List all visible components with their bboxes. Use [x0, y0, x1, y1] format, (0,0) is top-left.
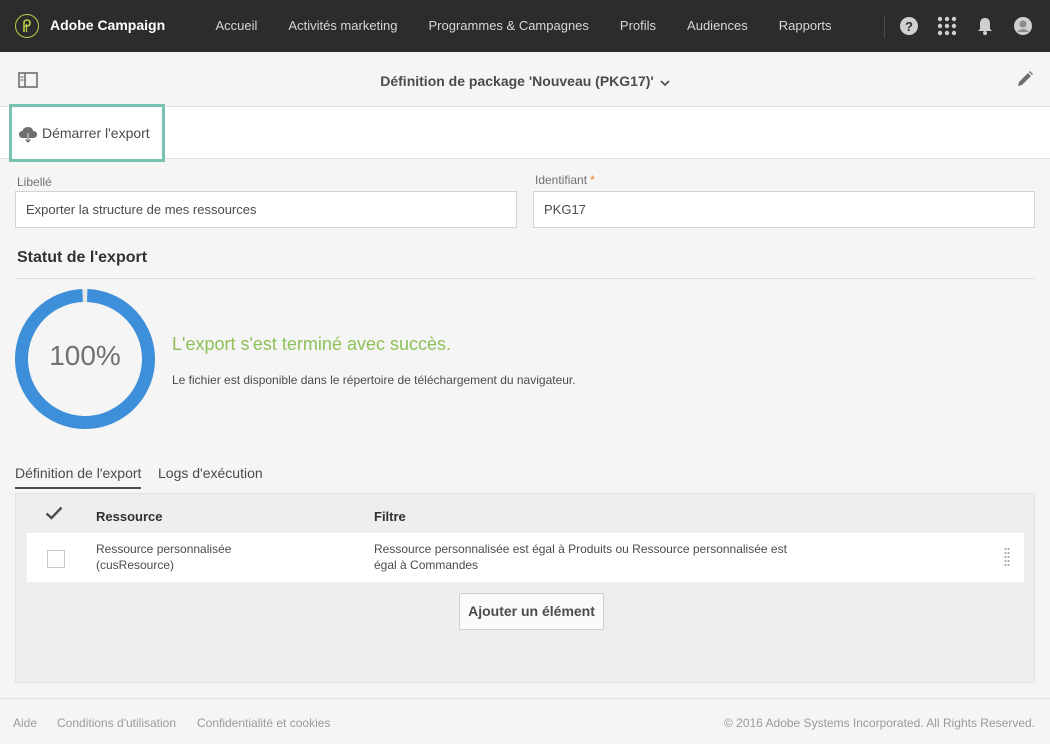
cloud-download-icon — [19, 127, 37, 144]
required-mark: * — [590, 173, 595, 187]
apps-grid-icon[interactable] — [937, 16, 957, 36]
nav-divider — [884, 16, 885, 38]
main-nav: Accueil Activités marketing Programmes &… — [200, 0, 847, 52]
export-status-title: Statut de l'export — [17, 249, 148, 266]
nav-item-profils[interactable]: Profils — [604, 0, 671, 52]
app-name[interactable]: Adobe Campaign — [50, 17, 165, 33]
page-title-text: Définition de package 'Nouveau (PKG17)' — [380, 73, 654, 89]
start-export-button[interactable]: Démarrer l'export — [9, 104, 165, 162]
page-header: Définition de package 'Nouveau (PKG17)' — [0, 52, 1050, 107]
label-input[interactable]: Exporter la structure de mes ressources — [15, 191, 517, 228]
top-navigation-bar: Adobe Campaign Accueil Activités marketi… — [0, 0, 1050, 52]
column-header-filter[interactable]: Filtre — [374, 509, 406, 524]
footer-link-help[interactable]: Aide — [13, 716, 37, 730]
page-title[interactable]: Définition de package 'Nouveau (PKG17)' — [0, 73, 1050, 90]
footer-link-privacy[interactable]: Confidentialité et cookies — [197, 716, 330, 730]
table-row[interactable]: Ressource personnalisée (cusResource) Re… — [27, 533, 1024, 582]
copyright-text: © 2016 Adobe Systems Incorporated. All R… — [723, 716, 1035, 730]
label-field-label: Libellé — [17, 175, 52, 189]
section-divider — [15, 278, 1035, 279]
filter-cell: Ressource personnalisée est égal à Produ… — [374, 541, 787, 573]
download-info-text: Le fichier est disponible dans le répert… — [172, 373, 576, 387]
row-checkbox[interactable] — [47, 550, 65, 568]
success-message: L'export s'est terminé avec succès. — [172, 334, 451, 354]
footer: Aide Conditions d'utilisation Confidenti… — [0, 698, 1050, 744]
column-header-resource[interactable]: Ressource — [96, 509, 162, 524]
nav-item-programmes-campagnes[interactable]: Programmes & Campagnes — [413, 0, 604, 52]
identifier-input[interactable]: PKG17 — [533, 191, 1035, 228]
filter-text-line1: Ressource personnalisée est égal à Produ… — [374, 542, 787, 556]
start-export-label: Démarrer l'export — [42, 125, 150, 141]
action-bar: Démarrer l'export — [0, 104, 1050, 162]
adobe-campaign-logo-icon[interactable] — [15, 14, 39, 38]
svg-text:?: ? — [905, 19, 913, 34]
checkmark-icon[interactable] — [45, 506, 63, 525]
nav-item-activites-marketing[interactable]: Activités marketing — [273, 0, 413, 52]
add-element-button[interactable]: Ajouter un élément — [459, 593, 604, 630]
resource-cell: Ressource personnalisée (cusResource) — [96, 541, 231, 573]
nav-item-accueil[interactable]: Accueil — [200, 0, 273, 52]
bell-icon[interactable] — [975, 16, 995, 36]
export-definition-table: Ressource Filtre Ressource personnalisée… — [15, 493, 1035, 683]
tab-export-definition[interactable]: Définition de l'export — [15, 465, 142, 489]
filter-text-line2: égal à Commandes — [374, 558, 479, 572]
drag-handle-icon[interactable] — [1004, 547, 1010, 572]
help-icon[interactable]: ? — [899, 16, 919, 36]
nav-item-rapports[interactable]: Rapports — [763, 0, 847, 52]
footer-link-terms[interactable]: Conditions d'utilisation — [57, 716, 176, 730]
identifier-label-text: Identifiant — [535, 173, 588, 187]
user-avatar-icon[interactable] — [1013, 16, 1033, 36]
resource-name: Ressource personnalisée — [96, 542, 232, 556]
progress-percent: 100% — [49, 340, 121, 371]
nav-item-audiences[interactable]: Audiences — [672, 0, 764, 52]
tab-execution-logs[interactable]: Logs d'exécution — [158, 465, 263, 487]
resource-id: (cusResource) — [96, 558, 175, 572]
identifier-field-label: Identifiant * — [535, 173, 595, 187]
pencil-icon[interactable] — [1016, 70, 1034, 93]
chevron-down-icon[interactable] — [660, 74, 670, 90]
